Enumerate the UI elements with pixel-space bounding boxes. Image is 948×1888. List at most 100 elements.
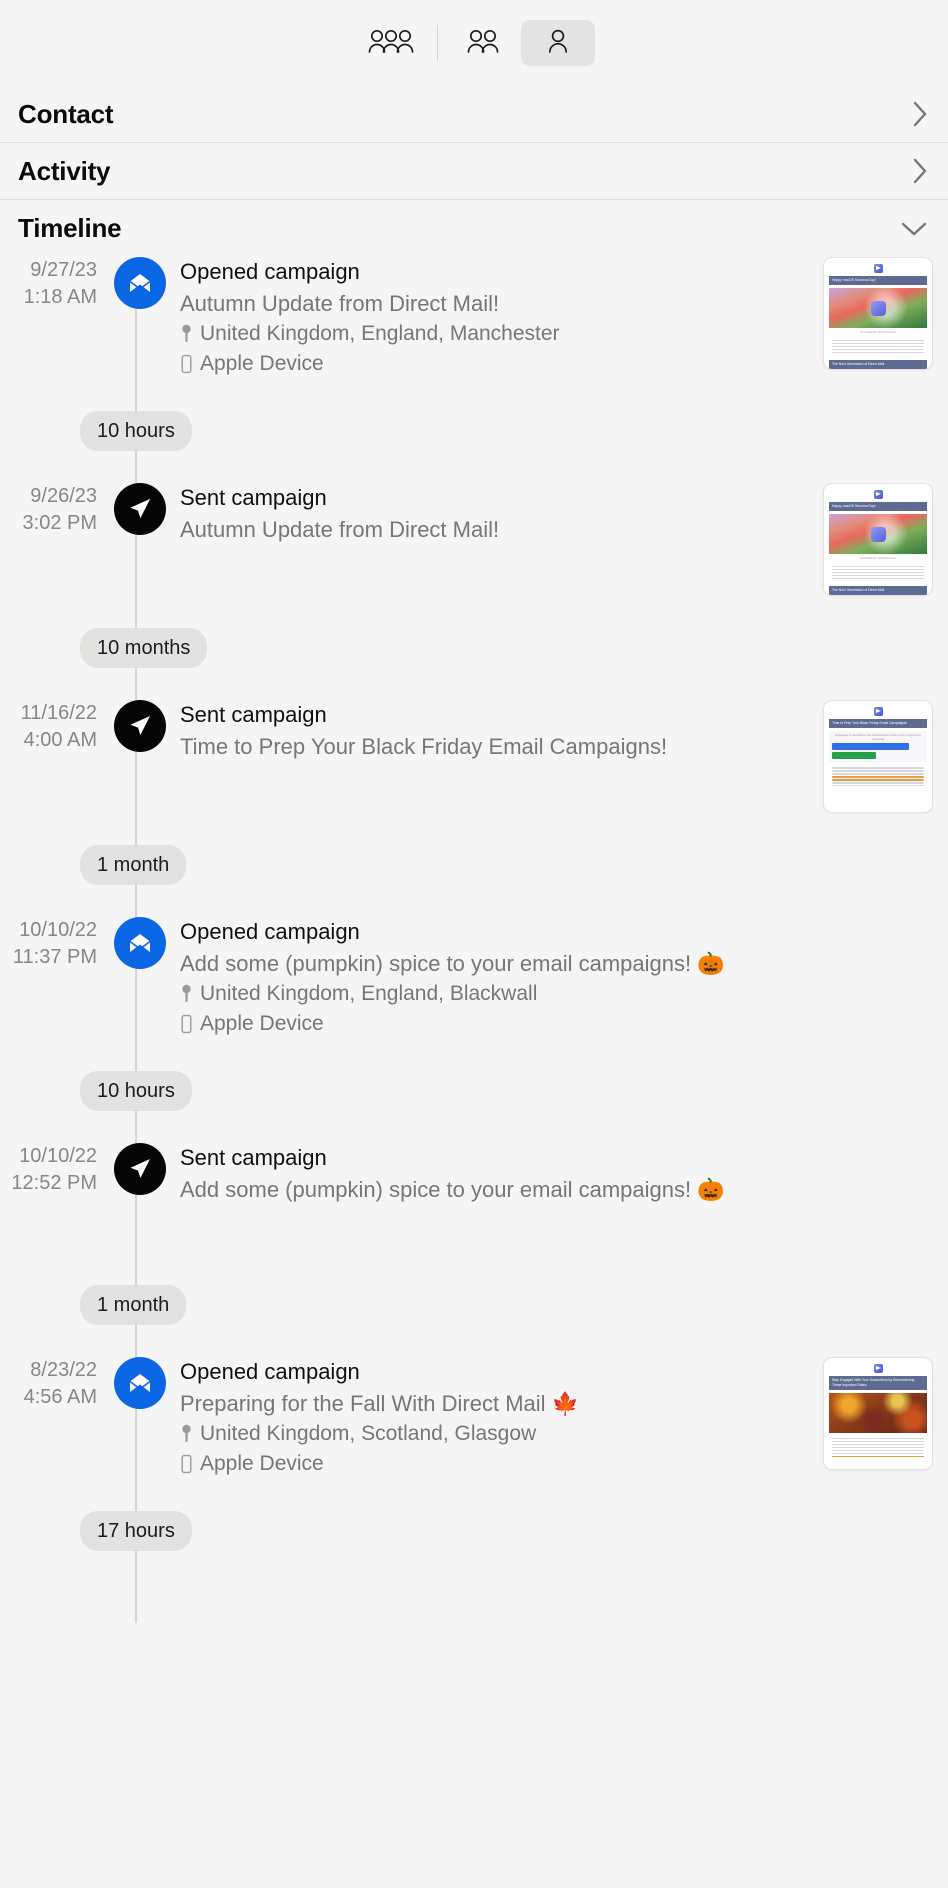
mobile-phone-icon	[180, 1014, 193, 1034]
open-envelope-icon	[114, 917, 166, 969]
event-time: 1:18 AM	[23, 286, 97, 308]
chevron-right-icon[interactable]	[911, 98, 930, 130]
thumbnail-card: Time to Prep Your Black Friday Email Cam…	[823, 700, 933, 813]
text-line-link	[832, 776, 924, 778]
event-content: Opened campaign Autumn Update from Direc…	[172, 257, 823, 379]
thumbnail-caption: Direct Mail for macOS Sonoma	[860, 331, 896, 334]
event-location-text: United Kingdom, England, Manchester	[200, 322, 560, 345]
section-row-timeline[interactable]: Timeline	[0, 200, 948, 257]
event-timestamp: 11/16/22 4:00 AM	[0, 700, 108, 754]
event-time: 4:00 AM	[23, 729, 97, 751]
thumbnail-hero-image	[829, 288, 927, 328]
event-device: Apple Device	[180, 1009, 936, 1039]
event-title: Sent campaign	[180, 1145, 327, 1170]
timeline-gap: 1 month	[0, 813, 948, 917]
timeline-event[interactable]: 9/26/23 3:02 PM Sent campaign Autumn Upd…	[0, 483, 948, 596]
timeline-event[interactable]: 10/10/22 11:37 PM Opened campaign Add so…	[0, 917, 948, 1039]
text-line	[832, 345, 924, 347]
text-line	[832, 565, 924, 567]
event-content: Sent campaign Time to Prep Your Black Fr…	[172, 700, 823, 762]
text-line-link	[832, 1455, 924, 1458]
open-envelope-icon	[114, 257, 166, 309]
thumbnail-caption: Direct Mail for macOS Sonoma	[860, 557, 896, 560]
email-thumbnail[interactable]: Happy macOS Sonoma Day! Direct Mail for …	[823, 483, 933, 596]
event-node	[108, 1143, 172, 1195]
single-contact-icon	[546, 28, 570, 58]
timeline-event[interactable]: 10/10/22 12:52 PM Sent campaign Add some…	[0, 1143, 948, 1253]
email-thumbnail[interactable]: Happy macOS Sonoma Day! Direct Mail for …	[823, 257, 933, 370]
thumbnail-card: Stay Engaged With Your Subscribers by Re…	[823, 1357, 933, 1470]
event-content: Opened campaign Add some (pumpkin) spice…	[172, 917, 948, 1039]
event-title: Sent campaign	[180, 702, 327, 727]
groups-icon	[467, 28, 501, 58]
text-line	[832, 348, 924, 350]
event-node	[108, 917, 172, 969]
text-line	[832, 767, 924, 769]
chevron-right-icon[interactable]	[911, 155, 930, 187]
thumbnail-body-lines	[829, 765, 927, 787]
text-line	[832, 342, 924, 344]
event-location: United Kingdom, England, Manchester	[180, 319, 811, 349]
event-title: Opened campaign	[180, 259, 360, 284]
event-date: 9/26/23	[30, 485, 97, 507]
thumbnail-card: Happy macOS Sonoma Day! Direct Mail for …	[823, 483, 933, 596]
timeline-gap: 10 hours	[0, 1039, 948, 1143]
all-contacts-icon	[368, 28, 414, 58]
event-date: 11/16/22	[20, 702, 97, 724]
chart-bar-secondary	[832, 752, 877, 760]
event-device-text: Apple Device	[200, 1452, 324, 1475]
text-line	[832, 785, 924, 787]
single-contact-button[interactable]	[520, 20, 595, 66]
email-thumbnail[interactable]: Stay Engaged With Your Subscribers by Re…	[823, 1357, 933, 1470]
event-title: Sent campaign	[180, 485, 327, 510]
event-time: 11:37 PM	[12, 946, 97, 968]
timeline-event[interactable]: 8/23/22 4:56 AM Opened campaign Preparin…	[0, 1357, 948, 1479]
text-line	[832, 339, 924, 341]
event-content: Sent campaign Add some (pumpkin) spice t…	[172, 1143, 948, 1205]
text-line	[832, 770, 924, 772]
event-subject: Autumn Update from Direct Mail!	[180, 517, 500, 542]
map-pin-icon	[180, 324, 193, 344]
chevron-down-icon[interactable]	[898, 219, 930, 238]
thumbnail-header: Stay Engaged With Your Subscribers by Re…	[829, 1376, 927, 1390]
event-timestamp: 10/10/22 11:37 PM	[0, 917, 108, 971]
timeline-event[interactable]: 9/27/23 1:18 AM Opened campaign Autumn U…	[0, 257, 948, 379]
event-node	[108, 257, 172, 309]
timeline-list: 9/27/23 1:18 AM Opened campaign Autumn U…	[0, 257, 948, 1623]
mobile-phone-icon	[180, 1454, 193, 1474]
event-timestamp: 9/26/23 3:02 PM	[0, 483, 108, 537]
event-subject: Add some (pumpkin) spice to your email c…	[180, 1177, 725, 1202]
open-envelope-icon	[114, 1357, 166, 1409]
timeline-gap: 17 hours	[0, 1479, 948, 1583]
thumbnail-hero-image	[829, 514, 927, 554]
event-content: Opened campaign Preparing for the Fall W…	[172, 1357, 823, 1479]
thumbnail-header: Happy macOS Sonoma Day!	[829, 502, 927, 511]
event-date: 10/10/22	[19, 1145, 97, 1167]
paper-plane-icon	[114, 700, 166, 752]
text-line-link	[832, 779, 924, 781]
all-contacts-button[interactable]	[354, 20, 428, 66]
brand-logo-icon	[829, 1363, 927, 1373]
text-line	[832, 1443, 924, 1446]
event-node	[108, 700, 172, 752]
event-timestamp: 10/10/22 12:52 PM	[0, 1143, 108, 1197]
event-location: United Kingdom, England, Blackwall	[180, 979, 936, 1009]
section-row-activity[interactable]: Activity	[0, 143, 948, 200]
event-location-text: United Kingdom, England, Blackwall	[200, 982, 538, 1005]
email-thumbnail[interactable]: Time to Prep Your Black Friday Email Cam…	[823, 700, 933, 813]
text-line	[832, 1438, 924, 1440]
gap-duration-badge: 10 months	[80, 628, 208, 668]
section-row-contact[interactable]: Contact	[0, 86, 948, 143]
mobile-phone-icon	[180, 354, 193, 374]
text-line	[832, 1440, 924, 1443]
gap-duration-badge: 10 hours	[80, 411, 192, 451]
event-location: United Kingdom, Scotland, Glasgow	[180, 1419, 811, 1449]
gap-duration-badge: 10 hours	[80, 1071, 192, 1111]
timeline-gap: 10 months	[0, 596, 948, 700]
timeline-event[interactable]: 11/16/22 4:00 AM Sent campaign Time to P…	[0, 700, 948, 813]
event-time: 3:02 PM	[22, 512, 97, 534]
thumbnail-body-lines	[829, 564, 927, 579]
groups-button[interactable]	[447, 20, 521, 66]
thumbnail-hero-image	[829, 1393, 927, 1433]
thumbnail-header: Time to Prep Your Black Friday Email Cam…	[829, 719, 927, 728]
